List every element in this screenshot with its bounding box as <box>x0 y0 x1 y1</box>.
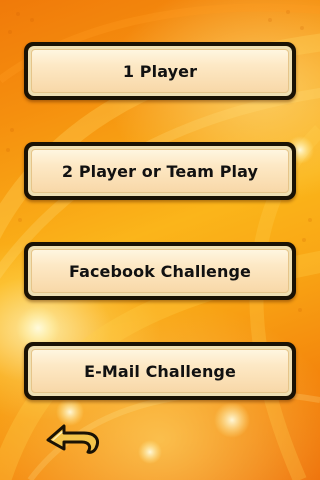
button-frame: E-Mail Challenge <box>28 346 292 396</box>
email-challenge-button[interactable]: E-Mail Challenge <box>24 342 296 400</box>
facebook-challenge-button[interactable]: Facebook Challenge <box>24 242 296 300</box>
button-face: 2 Player or Team Play <box>31 149 289 193</box>
button-frame: 1 Player <box>28 46 292 96</box>
two-player-team-play-button[interactable]: 2 Player or Team Play <box>24 142 296 200</box>
button-face: E-Mail Challenge <box>31 349 289 393</box>
button-frame: Facebook Challenge <box>28 246 292 296</box>
two-player-team-play-label: 2 Player or Team Play <box>61 161 259 181</box>
one-player-button[interactable]: 1 Player <box>24 42 296 100</box>
one-player-label: 1 Player <box>122 61 198 81</box>
button-face: 1 Player <box>31 49 289 93</box>
facebook-challenge-label: Facebook Challenge <box>68 261 252 281</box>
button-face: Facebook Challenge <box>31 249 289 293</box>
back-arrow-icon <box>46 424 99 454</box>
email-challenge-label: E-Mail Challenge <box>84 361 236 381</box>
button-frame: 2 Player or Team Play <box>28 146 292 196</box>
back-button[interactable] <box>44 418 104 456</box>
